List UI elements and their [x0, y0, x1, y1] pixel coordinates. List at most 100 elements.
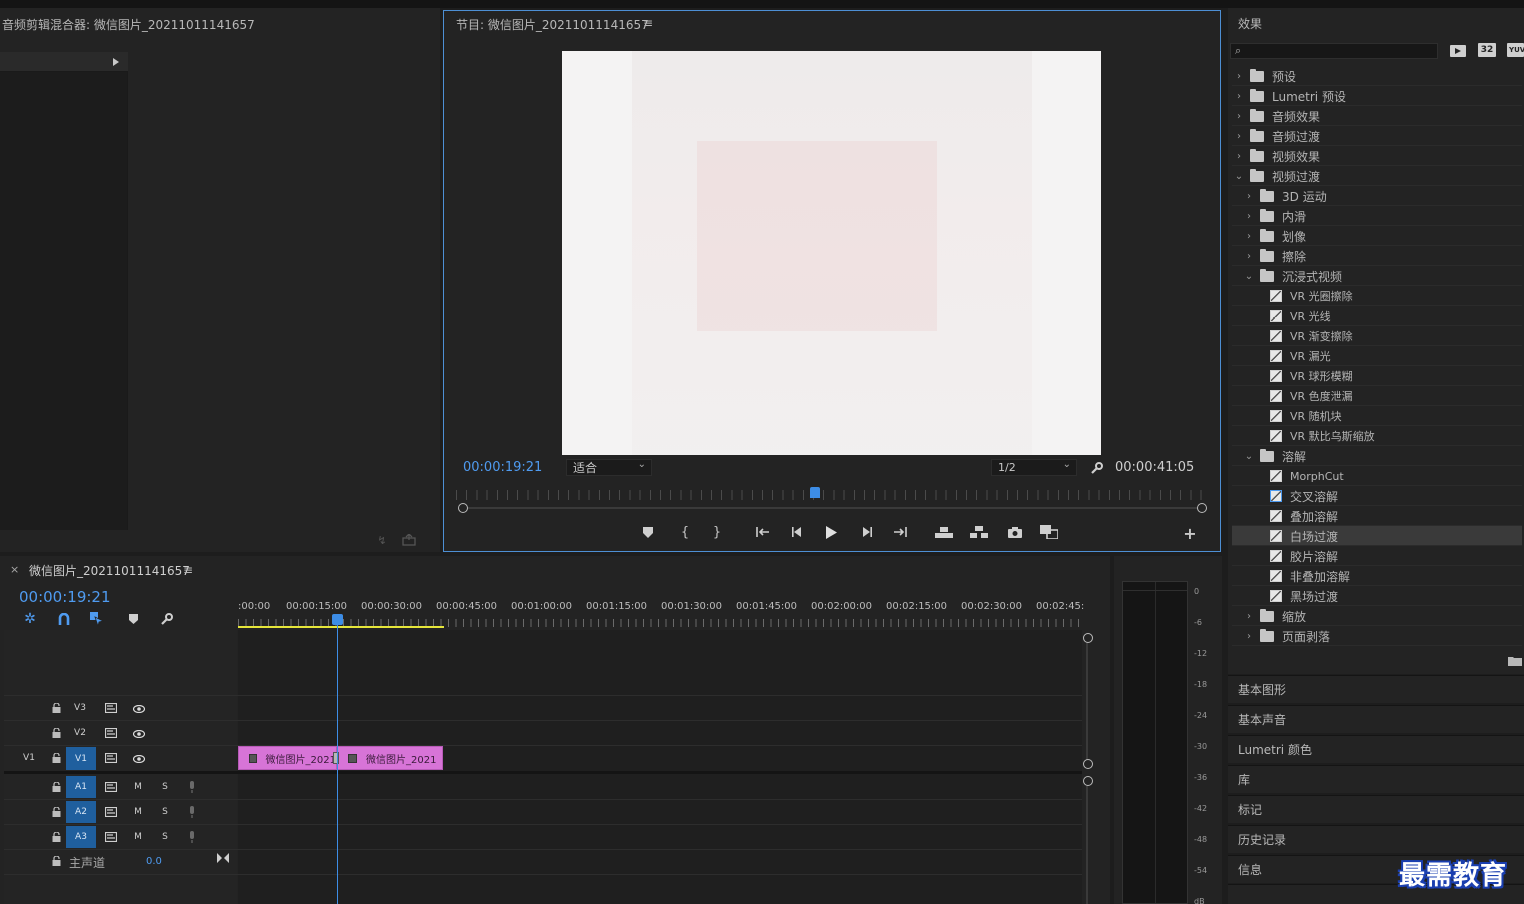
chevron-right-icon[interactable]: ›	[1234, 111, 1244, 122]
side-panel-tab[interactable]: 标记	[1228, 795, 1524, 823]
chevron-down-icon[interactable]: ⌄	[1244, 451, 1254, 462]
effect-tree-item[interactable]: VR 随机块	[1232, 406, 1522, 426]
chevron-right-icon[interactable]: ›	[1244, 191, 1254, 202]
mark-in-icon[interactable]: {	[678, 523, 692, 541]
effects-title[interactable]: 效果	[1238, 15, 1262, 32]
scroll-handle-mid[interactable]	[1083, 759, 1093, 769]
lock-icon[interactable]	[50, 855, 62, 867]
sync-lock-icon[interactable]	[104, 830, 118, 844]
chevron-right-icon[interactable]: ›	[1234, 91, 1244, 102]
timeline-tab-close[interactable]: ×	[10, 563, 19, 576]
eye-icon[interactable]	[131, 702, 147, 716]
chevron-right-icon[interactable]: ›	[1244, 211, 1254, 222]
effect-tree-item[interactable]: › 擦除	[1232, 246, 1522, 266]
lock-icon[interactable]	[50, 751, 62, 765]
chevron-right-icon[interactable]: ›	[1244, 251, 1254, 262]
effect-tree-item[interactable]: › 内滑	[1232, 206, 1522, 226]
wrench-icon[interactable]	[1088, 460, 1104, 476]
go-to-out-icon[interactable]	[892, 524, 910, 540]
snap-icon[interactable]	[56, 611, 72, 627]
track-target[interactable]: A1	[66, 776, 96, 798]
chevron-right-icon[interactable]: ›	[1234, 131, 1244, 142]
source-patch-v1[interactable]: V1	[18, 751, 40, 765]
effect-tree-item[interactable]: VR 漏光	[1232, 346, 1522, 366]
effect-tree-item[interactable]: › 音频过渡	[1232, 126, 1522, 146]
effect-tree-item[interactable]: 叠加溶解	[1232, 506, 1522, 526]
track-name[interactable]: V2	[68, 726, 92, 740]
loop-audio-icon[interactable]: ↯	[373, 533, 391, 547]
effect-tree-item[interactable]: MorphCut	[1232, 466, 1522, 486]
eye-icon[interactable]	[131, 752, 147, 766]
track-target[interactable]: V1	[66, 747, 96, 770]
sync-lock-icon[interactable]	[104, 726, 118, 740]
step-forward-icon[interactable]	[859, 524, 875, 540]
effect-tree-item[interactable]: › 预设	[1232, 66, 1522, 86]
effect-tree-item[interactable]: › 3D 运动	[1232, 186, 1522, 206]
effect-tree-item[interactable]: 黑场过渡	[1232, 586, 1522, 606]
chevron-down-icon[interactable]: ⌄	[1234, 171, 1244, 182]
effect-tree-item[interactable]: VR 光线	[1232, 306, 1522, 326]
effect-tree-item[interactable]: 胶片溶解	[1232, 546, 1522, 566]
effect-tree-item[interactable]: VR 球形模糊	[1232, 366, 1522, 386]
effect-tree-item[interactable]: › 缩放	[1232, 606, 1522, 626]
chevron-right-icon[interactable]: ›	[1244, 231, 1254, 242]
microphone-icon[interactable]	[186, 804, 198, 820]
video-clip[interactable]: 微信图片_2021	[238, 746, 337, 770]
sync-lock-icon[interactable]	[104, 751, 118, 765]
track-target[interactable]: A2	[66, 801, 96, 823]
effect-tree-item[interactable]: › 划像	[1232, 226, 1522, 246]
export-icon[interactable]	[400, 533, 418, 547]
effect-tree-item[interactable]: › 视频效果	[1232, 146, 1522, 166]
transition-marker[interactable]	[333, 752, 339, 764]
work-area-bar[interactable]	[238, 626, 444, 628]
program-zoom-bar[interactable]	[462, 507, 1202, 509]
scroll-handle-top[interactable]	[1083, 633, 1093, 643]
play-icon[interactable]	[823, 523, 839, 541]
effect-tree-item[interactable]: ⌄ 沉浸式视频	[1232, 266, 1522, 286]
program-scrubber-ruler[interactable]	[456, 490, 1208, 500]
chevron-right-icon[interactable]: ›	[1234, 151, 1244, 162]
side-panel-tab[interactable]: 库	[1228, 765, 1524, 793]
audio-mixer-title[interactable]: 音频剪辑混合器: 微信图片_20211011141657	[2, 16, 255, 33]
solo-button[interactable]: S	[159, 780, 171, 794]
mute-button[interactable]: M	[132, 805, 144, 819]
microphone-icon[interactable]	[186, 779, 198, 795]
lock-icon[interactable]	[50, 805, 62, 819]
side-panel-tab[interactable]: 基本声音	[1228, 705, 1524, 733]
yuv-effects-icon[interactable]: YUV	[1507, 43, 1524, 57]
effect-tree-item[interactable]: 交叉溶解	[1232, 486, 1522, 506]
chevron-right-icon[interactable]: ›	[1234, 71, 1244, 82]
video-clip[interactable]: 微信图片_2021	[337, 746, 443, 770]
go-to-edge-icon[interactable]	[216, 852, 230, 864]
track-name[interactable]: V3	[68, 701, 92, 715]
panel-menu-icon[interactable]: ≡	[643, 16, 653, 30]
linked-selection-icon[interactable]	[89, 611, 105, 627]
zoom-handle-left[interactable]	[458, 503, 468, 513]
fit-select[interactable]: 适合 ⌄	[566, 459, 652, 476]
effect-tree-item[interactable]: VR 默比乌斯缩放	[1232, 426, 1522, 446]
go-to-in-icon[interactable]	[753, 524, 771, 540]
effect-tree-item[interactable]: 白场过渡	[1232, 526, 1522, 546]
wrench-icon[interactable]	[158, 611, 174, 627]
mixer-list-header[interactable]	[0, 52, 128, 72]
microphone-icon[interactable]	[186, 829, 198, 845]
vertical-scrollbar-track-2[interactable]	[1086, 786, 1088, 904]
new-bin-icon[interactable]	[1507, 654, 1523, 668]
lock-icon[interactable]	[50, 830, 62, 844]
lock-icon[interactable]	[50, 780, 62, 794]
add-marker-icon[interactable]	[641, 524, 655, 540]
timeline-playhead-handle[interactable]	[332, 614, 343, 625]
vertical-scrollbar-track[interactable]	[1086, 638, 1088, 763]
mark-out-icon[interactable]: }	[710, 523, 724, 541]
timeline-tab-title[interactable]: 微信图片_20211011141657	[29, 562, 190, 579]
track-target[interactable]: A3	[66, 826, 96, 848]
program-timecode-current[interactable]: 00:00:19:21	[463, 460, 542, 475]
effect-tree-item[interactable]: VR 色度泄漏	[1232, 386, 1522, 406]
effect-tree-item[interactable]: 非叠加溶解	[1232, 566, 1522, 586]
effect-tree-item[interactable]: ⌄ 视频过渡	[1232, 166, 1522, 186]
32bit-effects-icon[interactable]: 32	[1478, 43, 1496, 57]
side-panel-tab[interactable]: 基本图形	[1228, 675, 1524, 703]
effect-tree-item[interactable]: › Lumetri 预设	[1232, 86, 1522, 106]
solo-button[interactable]: S	[159, 805, 171, 819]
effect-tree-item[interactable]: VR 渐变擦除	[1232, 326, 1522, 346]
